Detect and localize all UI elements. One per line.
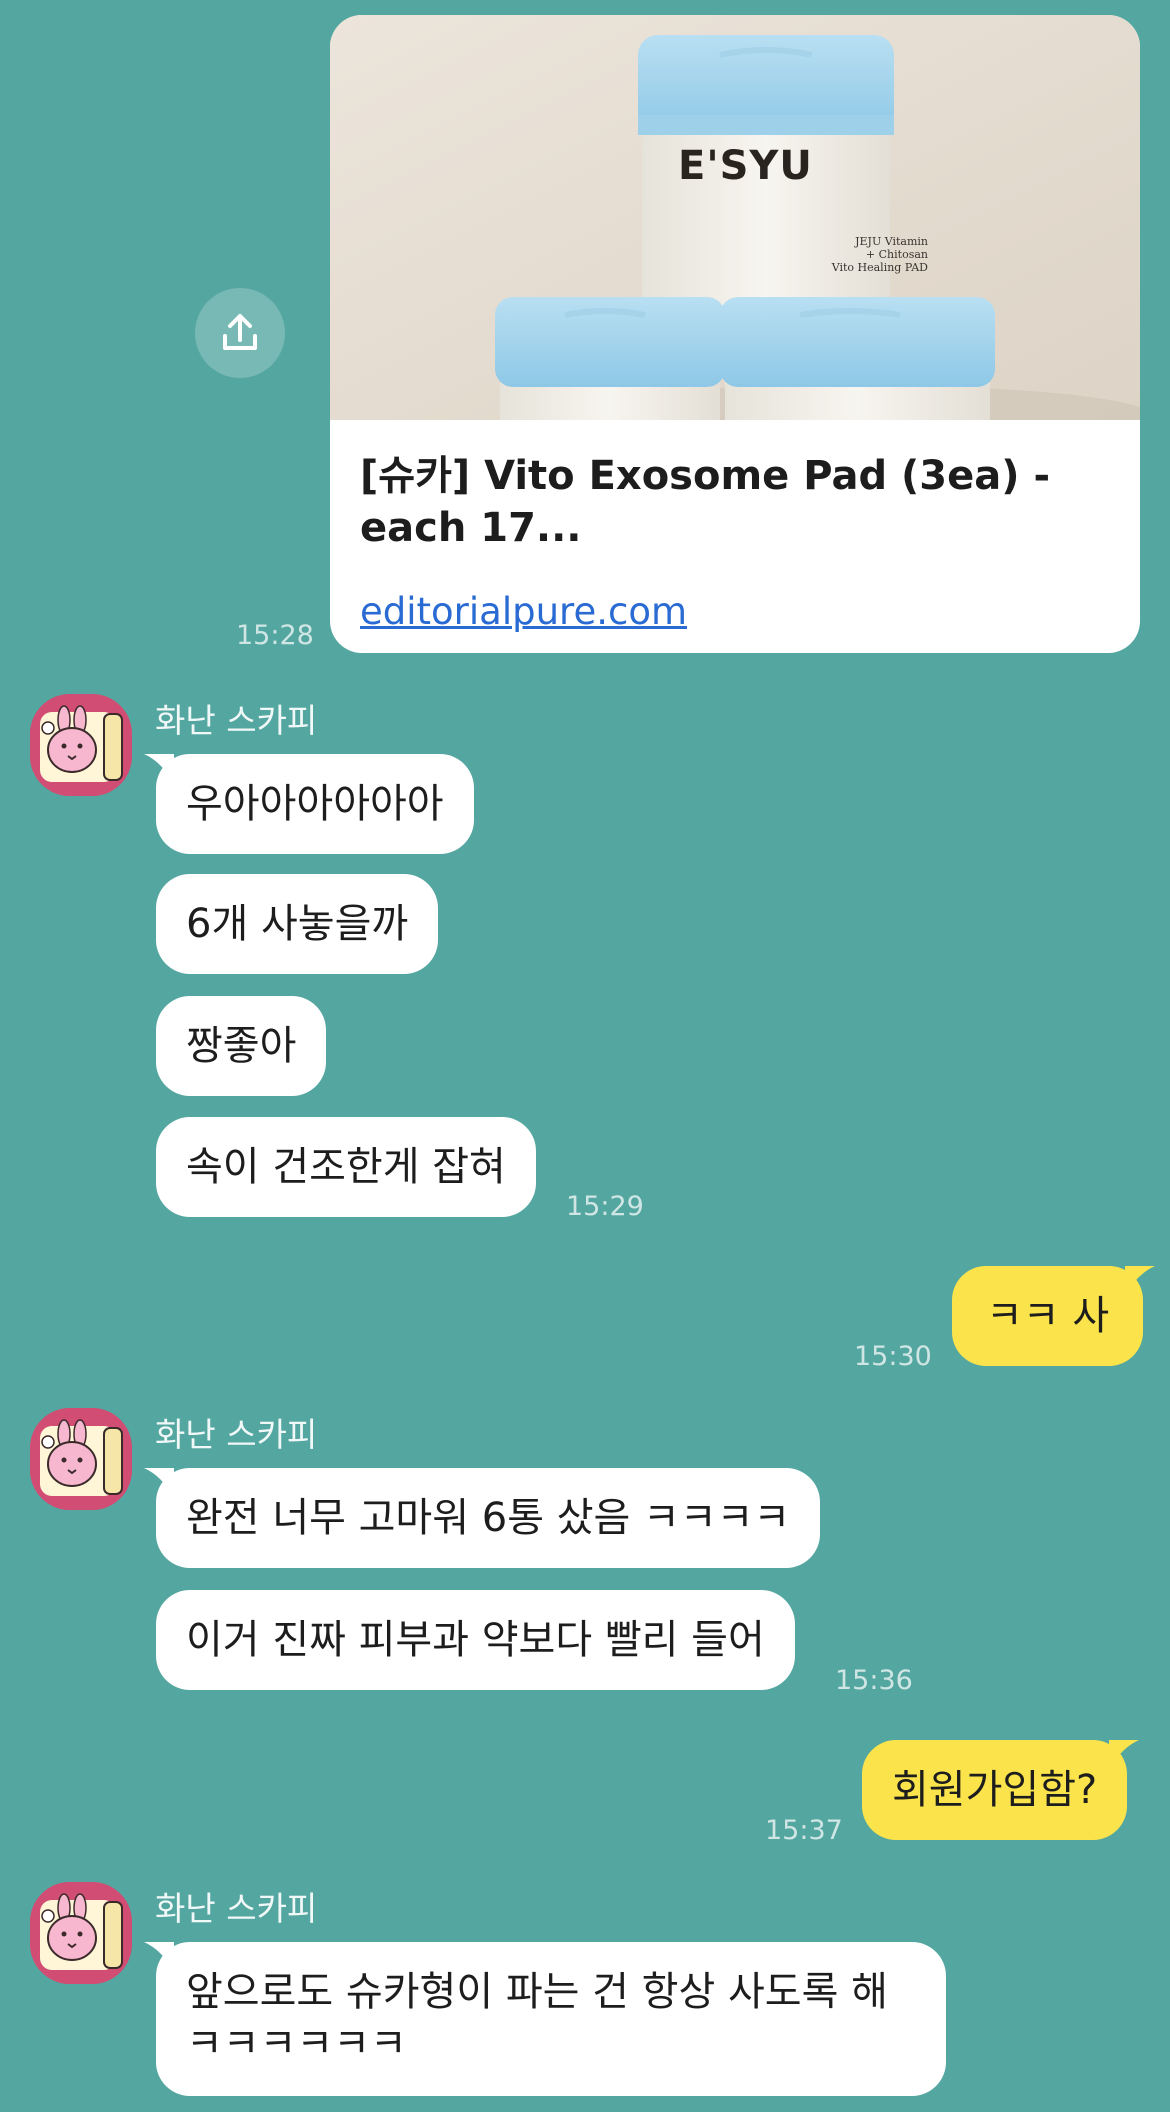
message-bubble[interactable]: 앞으로도 슈카형이 파는 건 항상 사도록 해 ㅋㅋㅋㅋㅋㅋ [144,1942,946,2096]
share-button[interactable] [195,288,285,378]
link-title[interactable]: [슈카] Vito Exosome Pad (3ea) - each 17... [360,450,1110,554]
message-bubble[interactable]: 우아아아아아아 [144,754,474,854]
message-bubble[interactable]: 짱좋아 [156,996,327,1096]
sender-name: 화난 스카피 [155,1889,318,1928]
message-text: 짱좋아 [186,1023,297,1069]
share-upload-icon [223,314,257,350]
pink-rabbit-avatar [30,1408,132,1510]
message-text: 우아아아아아아 [186,781,444,827]
product-image: E'SYU JEJU Vitamin + Chitosan Vito Heali… [330,15,1140,420]
message-bubble[interactable]: 이거 진짜 피부과 약보다 빨리 들어 [156,1590,795,1690]
pink-rabbit-avatar [30,694,132,796]
message-text: 이거 진짜 피부과 약보다 빨리 들어 [186,1617,765,1663]
message-text: 6개 사놓을까 [186,901,409,947]
timestamp: 15:29 [566,1191,644,1222]
sender-name: 화난 스카피 [155,701,318,740]
avatar[interactable] [30,694,132,796]
message-text: 완전 너무 고마워 6통 샀음 ㅋㅋㅋㅋ [186,1495,791,1541]
message-text: ㅋㅋ 사 [986,1293,1110,1339]
my-message-bubble[interactable]: ㅋㅋ 사 [952,1266,1156,1366]
link-preview-card[interactable]: E'SYU JEJU Vitamin + Chitosan Vito Heali… [330,15,1140,653]
message-text-line-1: 앞으로도 슈카형이 파는 건 항상 사도록 해 [186,1969,888,2015]
message-text: 회원가입함? [892,1767,1098,1813]
message-bubble[interactable]: 완전 너무 고마워 6통 샀음 ㅋㅋㅋㅋ [144,1468,821,1568]
timestamp: 15:36 [835,1665,913,1696]
timestamp: 15:37 [765,1815,843,1846]
product-line-2: + Chitosan [865,248,928,261]
message-bubble[interactable]: 속이 건조한게 잡혀 [156,1117,536,1217]
message-text: 속이 건조한게 잡혀 [186,1144,506,1190]
product-brand-label: E'SYU [678,143,813,189]
link-url[interactable]: editorialpure.com [360,590,687,633]
message-bubble[interactable]: 6개 사놓을까 [156,874,439,974]
message-text-line-2: ㅋㅋㅋㅋㅋㅋ [186,2021,407,2067]
timestamp: 15:28 [236,620,314,651]
avatar[interactable] [30,1408,132,1510]
timestamp: 15:30 [854,1341,932,1372]
product-line-1: JEJU Vitamin [855,235,928,248]
sender-name: 화난 스카피 [155,1415,318,1454]
product-line-3: Vito Healing PAD [831,261,928,274]
avatar[interactable] [30,1882,132,1984]
my-message-bubble[interactable]: 회원가입함? [862,1740,1140,1840]
pink-rabbit-avatar [30,1882,132,1984]
